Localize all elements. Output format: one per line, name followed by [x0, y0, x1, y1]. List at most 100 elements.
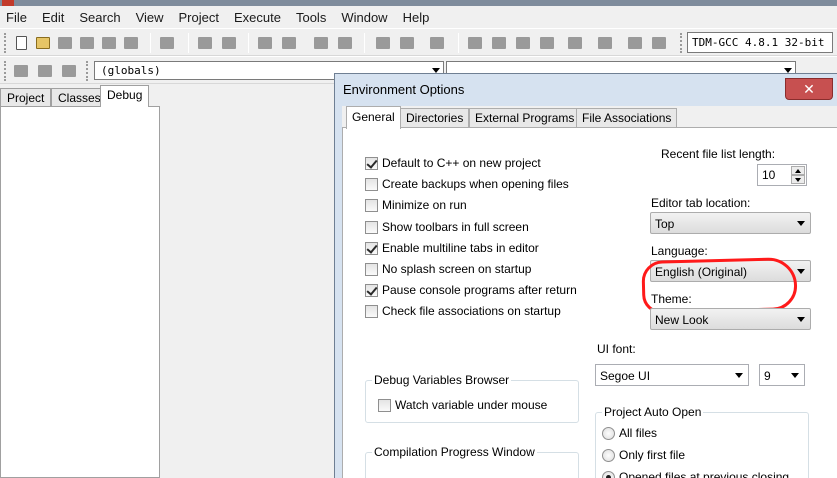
- radio-only-first-file[interactable]: Only first file: [602, 447, 685, 463]
- tab-file-associations[interactable]: File Associations: [576, 108, 678, 128]
- checkbox-pause-console[interactable]: Pause console programs after return: [365, 282, 577, 298]
- goto-icon: [62, 65, 76, 77]
- compilation-progress-group: Compilation Progress Window: [365, 445, 579, 478]
- checkbox-multiline-tabs[interactable]: Enable multiline tabs in editor: [365, 240, 539, 256]
- checkbox-box[interactable]: [365, 283, 378, 297]
- spin-down-icon[interactable]: [791, 175, 805, 184]
- menu-window[interactable]: Window: [341, 10, 387, 25]
- menu-bar: File Edit Search View Project Execute To…: [0, 6, 837, 28]
- close-all-icon: [124, 37, 138, 49]
- menu-edit[interactable]: Edit: [42, 10, 64, 25]
- tab-external-programs[interactable]: External Programs: [469, 108, 581, 128]
- stop-button[interactable]: [596, 34, 614, 52]
- checkbox-minimize-on-run[interactable]: Minimize on run: [365, 197, 467, 213]
- new-file-icon: [16, 36, 27, 50]
- close-file-button[interactable]: [100, 34, 118, 52]
- save-button[interactable]: [56, 34, 74, 52]
- radio-label: Only first file: [619, 448, 686, 462]
- print-button[interactable]: [158, 34, 176, 52]
- open-file-button[interactable]: [34, 34, 52, 52]
- toggle-bookmark-button[interactable]: [428, 34, 446, 52]
- menu-view[interactable]: View: [136, 10, 164, 25]
- profile-button[interactable]: [626, 34, 644, 52]
- undo-button[interactable]: [196, 34, 214, 52]
- close-all-button[interactable]: [122, 34, 140, 52]
- compile-button[interactable]: [466, 34, 484, 52]
- replace-button[interactable]: [280, 34, 298, 52]
- syntax-check-button[interactable]: [566, 34, 584, 52]
- ui-font-size-select[interactable]: 9: [759, 364, 805, 386]
- rebuild-button[interactable]: [538, 34, 556, 52]
- compiler-select[interactable]: TDM-GCC 4.8.1 32-bit: [687, 32, 833, 53]
- indent-button[interactable]: [374, 34, 392, 52]
- radio-all-files[interactable]: All files: [602, 425, 657, 441]
- toolbar-grip[interactable]: [4, 61, 7, 81]
- radio-opened-files-previous[interactable]: Opened files at previous closing: [602, 469, 789, 478]
- checkbox-check-associations[interactable]: Check file associations on startup: [365, 303, 561, 319]
- checkbox-box[interactable]: [365, 220, 378, 234]
- tab-project[interactable]: Project: [0, 88, 52, 107]
- checkbox-label: Enable multiline tabs in editor: [382, 241, 539, 255]
- ui-font-select[interactable]: Segoe UI: [595, 364, 749, 386]
- redo-button[interactable]: [220, 34, 238, 52]
- checkbox-default-cpp[interactable]: Default to C++ on new project: [365, 155, 541, 171]
- menu-tools[interactable]: Tools: [296, 10, 326, 25]
- checkbox-box[interactable]: [378, 398, 391, 412]
- menu-project[interactable]: Project: [179, 10, 219, 25]
- find-icon: [258, 37, 272, 49]
- tab-general[interactable]: General: [346, 106, 401, 129]
- toolbar-grip[interactable]: [680, 33, 683, 53]
- project-auto-open-group: Project Auto Open All files Only first f…: [595, 405, 809, 478]
- checkbox-box[interactable]: [365, 241, 378, 255]
- checkbox-box[interactable]: [365, 304, 378, 318]
- insert-button[interactable]: [12, 62, 30, 80]
- toolbar-grip[interactable]: [86, 61, 89, 81]
- recent-file-length-spinner[interactable]: 10: [757, 164, 807, 186]
- radio-dot[interactable]: [602, 448, 615, 462]
- compile-run-button[interactable]: [514, 34, 532, 52]
- dialog-title: Environment Options: [343, 82, 465, 97]
- save-all-button[interactable]: [78, 34, 96, 52]
- tab-debug[interactable]: Debug: [100, 85, 150, 107]
- toolbar-separator: [364, 33, 365, 53]
- goto-button[interactable]: [60, 62, 78, 80]
- spin-up-icon[interactable]: [791, 166, 805, 175]
- checkbox-create-backups[interactable]: Create backups when opening files: [365, 176, 569, 192]
- run-button[interactable]: [490, 34, 508, 52]
- checkbox-watch-variable[interactable]: Watch variable under mouse: [378, 397, 547, 413]
- checkbox-box[interactable]: [365, 177, 378, 191]
- menu-search[interactable]: Search: [79, 10, 120, 25]
- delete-profile-button[interactable]: [650, 34, 668, 52]
- checkbox-toolbars-fullscreen[interactable]: Show toolbars in full screen: [365, 219, 529, 235]
- theme-select[interactable]: New Look: [650, 308, 811, 330]
- language-select[interactable]: English (Original): [650, 260, 811, 282]
- goto-function-button[interactable]: [336, 34, 354, 52]
- radio-dot[interactable]: [602, 426, 615, 440]
- select-value: English (Original): [655, 265, 748, 279]
- unindent-button[interactable]: [398, 34, 416, 52]
- tab-directories[interactable]: Directories: [400, 108, 470, 128]
- indent-icon: [376, 37, 390, 49]
- checkbox-box[interactable]: [365, 198, 378, 212]
- radio-dot[interactable]: [602, 470, 615, 478]
- save-icon: [58, 37, 72, 49]
- editor-tab-location-select[interactable]: Top: [650, 212, 811, 234]
- menu-help[interactable]: Help: [403, 10, 430, 25]
- checkbox-label: Show toolbars in full screen: [382, 220, 529, 234]
- select-value: Segoe UI: [600, 369, 651, 383]
- checkbox-box[interactable]: [365, 262, 378, 276]
- find-button[interactable]: [256, 34, 274, 52]
- close-file-icon: [102, 37, 116, 49]
- unindent-icon: [400, 37, 414, 49]
- select-value: 9: [764, 369, 771, 383]
- toolbar-grip[interactable]: [4, 33, 7, 53]
- toggle-button[interactable]: [36, 62, 54, 80]
- checkbox-box[interactable]: [365, 156, 378, 170]
- checkbox-no-splash[interactable]: No splash screen on startup: [365, 261, 531, 277]
- menu-file[interactable]: File: [6, 10, 27, 25]
- toolbar-separator: [248, 33, 249, 53]
- close-button[interactable]: ✕: [785, 78, 833, 100]
- menu-execute[interactable]: Execute: [234, 10, 281, 25]
- goto-line-button[interactable]: [312, 34, 330, 52]
- new-file-button[interactable]: [12, 34, 30, 52]
